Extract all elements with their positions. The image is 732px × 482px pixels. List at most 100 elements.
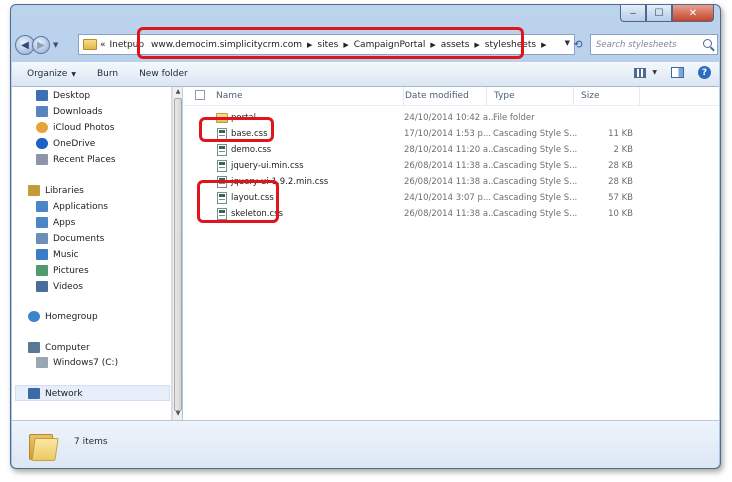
close-button[interactable]: ✕ <box>672 5 714 22</box>
scrollbar-thumb[interactable] <box>174 98 182 411</box>
file-size: 28 KB <box>608 177 633 187</box>
file-type: Cascading Style S... <box>493 145 578 155</box>
organize-button[interactable]: Organize ▼ <box>27 69 76 79</box>
folder-icon <box>29 432 59 461</box>
search-input[interactable]: Search stylesheets <box>590 34 718 55</box>
breadcrumb-overflow[interactable]: « <box>100 40 106 50</box>
css-file-icon <box>217 128 227 140</box>
nav-item-onedrive[interactable]: OneDrive <box>36 136 95 151</box>
nav-item-videos[interactable]: Videos <box>36 279 83 294</box>
nav-item-computer[interactable]: Computer <box>28 340 90 355</box>
file-row[interactable]: portal 24/10/2014 10:42 a... File folder <box>183 111 719 127</box>
burn-button[interactable]: Burn <box>97 69 118 79</box>
file-list: Name Date modified Type Size portal 24/1… <box>183 87 719 420</box>
file-row[interactable]: layout.css 24/10/2014 3:07 p... Cascadin… <box>183 191 719 207</box>
file-date: 26/08/2014 11:38 a... <box>404 177 497 187</box>
file-type: File folder <box>493 113 535 123</box>
column-header-type[interactable]: Type <box>487 87 574 105</box>
item-count: 7 items <box>74 437 108 447</box>
apps-icon <box>36 217 48 228</box>
nav-item-network[interactable]: Network <box>28 386 83 401</box>
address-bar[interactable]: « Inetpub www.democim.simplicitycrm.com ▶… <box>78 34 575 55</box>
nav-item-documents[interactable]: Documents <box>36 231 104 246</box>
onedrive-icon <box>36 138 48 149</box>
nav-item-apps[interactable]: Apps <box>36 215 75 230</box>
maximize-button[interactable]: ☐ <box>646 5 672 22</box>
chevron-right-icon[interactable]: ▶ <box>307 41 312 49</box>
column-header-name[interactable]: Name <box>209 87 404 105</box>
file-size: 11 KB <box>608 129 633 139</box>
breadcrumb-item[interactable]: stylesheets ▶ <box>485 40 552 50</box>
details-pane: 7 items <box>12 420 719 468</box>
file-row[interactable]: jquery-ui-1.9.2.min.css 26/08/2014 11:38… <box>183 175 719 191</box>
nav-item-desktop[interactable]: Desktop <box>36 88 90 103</box>
file-row[interactable]: jquery-ui.min.css 26/08/2014 11:38 a... … <box>183 159 719 175</box>
nav-item-homegroup[interactable]: Homegroup <box>28 309 98 324</box>
file-type: Cascading Style S... <box>493 193 578 203</box>
column-header-size[interactable]: Size <box>574 87 640 105</box>
recent-pages-dropdown[interactable]: ▼ <box>53 41 58 49</box>
select-all-checkbox[interactable] <box>195 90 205 100</box>
file-date: 24/10/2014 3:07 p... <box>404 193 491 203</box>
file-name: portal <box>231 113 256 123</box>
file-date: 24/10/2014 10:42 a... <box>404 113 497 123</box>
breadcrumb-item[interactable]: assets ▶ <box>441 40 485 50</box>
file-name: jquery-ui.min.css <box>231 161 304 171</box>
file-type: Cascading Style S... <box>493 161 578 171</box>
file-date: 17/10/2014 1:53 p... <box>404 129 491 139</box>
breadcrumb-item[interactable]: www.democim.simplicitycrm.com ▶ <box>151 40 317 50</box>
search-placeholder: Search stylesheets <box>596 39 677 50</box>
preview-pane-icon[interactable] <box>671 67 684 78</box>
forward-button[interactable]: ▶ <box>32 36 50 54</box>
breadcrumb-item[interactable]: CampaignPortal ▶ <box>354 40 441 50</box>
recent-places-icon <box>36 154 48 165</box>
navigation-pane: Desktop Downloads iCloud Photos OneDrive… <box>12 87 172 420</box>
file-type: Cascading Style S... <box>493 177 578 187</box>
css-file-icon <box>217 208 227 220</box>
chevron-right-icon[interactable]: ▶ <box>430 41 435 49</box>
file-name: layout.css <box>231 193 274 203</box>
homegroup-icon <box>28 311 40 322</box>
search-icon[interactable] <box>703 39 712 48</box>
nav-item-drive-c[interactable]: Windows7 (C:) <box>36 355 118 370</box>
music-icon <box>36 249 48 260</box>
header-divider <box>183 105 719 106</box>
file-name: base.css <box>231 129 268 139</box>
nav-scrollbar[interactable]: ▲ ▼ <box>172 87 182 420</box>
nav-item-recent-places[interactable]: Recent Places <box>36 152 116 167</box>
scroll-down-icon[interactable]: ▼ <box>174 410 182 419</box>
css-file-icon <box>217 144 227 156</box>
chevron-right-icon[interactable]: ▶ <box>541 41 546 49</box>
folder-icon <box>83 39 97 50</box>
applications-icon <box>36 201 48 212</box>
nav-item-applications[interactable]: Applications <box>36 199 108 214</box>
hard-drive-icon <box>36 357 48 368</box>
chevron-down-icon: ▼ <box>71 70 76 78</box>
icloud-photos-icon <box>36 122 48 133</box>
breadcrumb-item[interactable]: sites ▶ <box>317 40 353 50</box>
minimize-button[interactable]: ‒ <box>620 5 646 22</box>
breadcrumb-inetpub[interactable]: Inetpub <box>110 40 145 50</box>
nav-item-music[interactable]: Music <box>36 247 79 262</box>
scroll-up-icon[interactable]: ▲ <box>174 88 182 97</box>
nav-item-libraries[interactable]: Libraries <box>28 183 84 198</box>
file-row[interactable]: demo.css 28/10/2014 11:20 a... Cascading… <box>183 143 719 159</box>
file-name: demo.css <box>231 145 272 155</box>
help-icon[interactable]: ? <box>698 66 711 79</box>
refresh-icon[interactable]: ⟲ <box>568 34 588 55</box>
nav-item-downloads[interactable]: Downloads <box>36 104 102 119</box>
view-options-dropdown[interactable]: ▼ <box>652 69 657 76</box>
nav-item-pictures[interactable]: Pictures <box>36 263 89 278</box>
css-file-icon <box>217 160 227 172</box>
chevron-right-icon[interactable]: ▶ <box>343 41 348 49</box>
file-row[interactable]: skeleton.css 26/08/2014 11:38 a... Casca… <box>183 207 719 223</box>
column-header-date[interactable]: Date modified <box>398 87 487 105</box>
file-name: skeleton.css <box>231 209 284 219</box>
file-row[interactable]: base.css 17/10/2014 1:53 p... Cascading … <box>183 127 719 143</box>
file-date: 26/08/2014 11:38 a... <box>404 209 497 219</box>
file-size: 2 KB <box>613 145 633 155</box>
nav-item-icloud-photos[interactable]: iCloud Photos <box>36 120 114 135</box>
chevron-right-icon[interactable]: ▶ <box>474 41 479 49</box>
change-view-icon[interactable] <box>634 67 647 78</box>
new-folder-button[interactable]: New folder <box>139 69 188 79</box>
